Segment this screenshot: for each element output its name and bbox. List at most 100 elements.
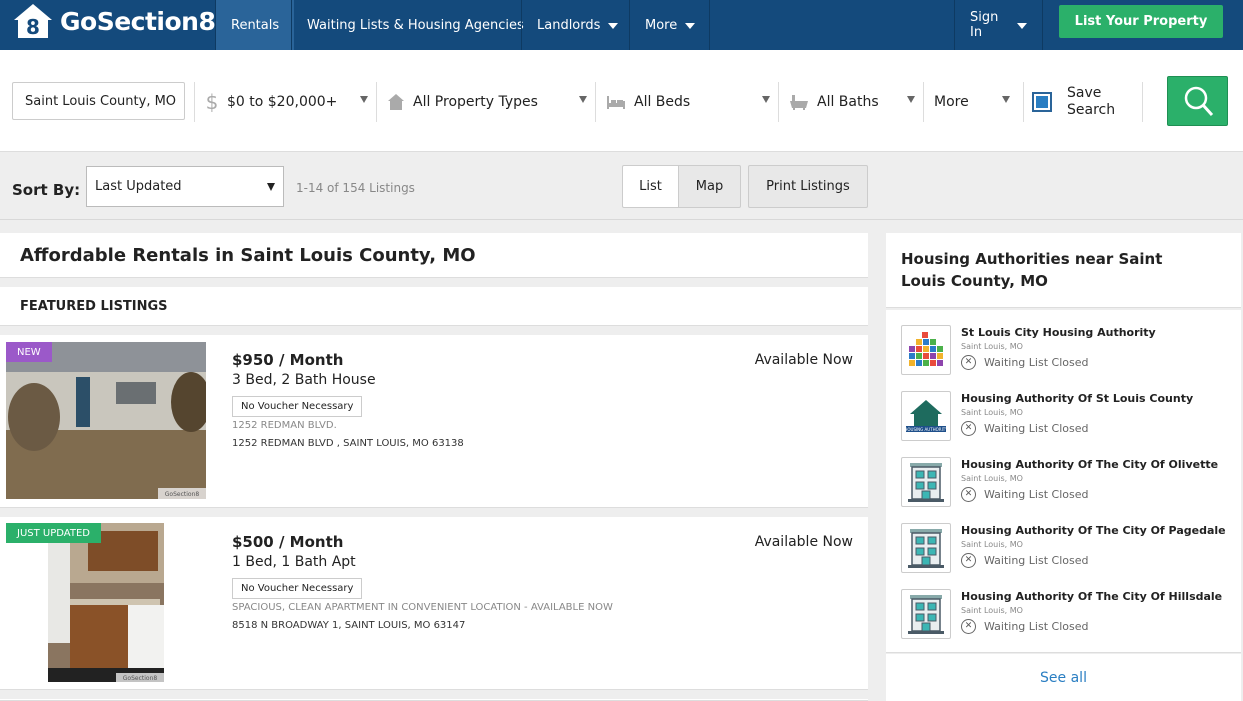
authority-status: ✕ Waiting List Closed [961,421,1088,436]
price-select-label: $0 to $20,000+ [227,94,338,110]
save-search-label: Save Search [1067,85,1116,118]
section-divider [0,219,1243,220]
authority-location: Saint Louis, MO [961,606,1023,615]
home-icon [388,94,404,110]
nav-waiting-lists[interactable]: Waiting Lists & Housing Agencies [291,0,539,50]
availability: Available Now [754,352,853,368]
listing-tag: JUST UPDATED [6,523,101,543]
building-icon [908,529,944,568]
authority-location: Saint Louis, MO [961,342,1023,351]
authority-item[interactable]: Housing Authority Of The City Of Olivett… [901,457,1231,507]
authority-item[interactable]: Housing Authority Of The City Of Hillsda… [901,589,1231,639]
authority-name[interactable]: St Louis City Housing Authority [961,326,1156,339]
dropdown-arrow-icon [762,96,770,103]
nav-rentals[interactable]: Rentals [215,0,295,50]
property-type-select[interactable]: All Property Types [376,82,595,122]
svg-text:GoSection8: GoSection8 [123,675,158,682]
listing-card[interactable]: GoSection8 NEW $950 / Month 3 Bed, 2 Bat… [0,335,868,508]
status-text: Waiting List Closed [984,356,1089,369]
authority-name[interactable]: Housing Authority Of The City Of Hillsda… [961,590,1222,603]
authority-item[interactable]: HOUSING AUTHORITY Housing Authority Of S… [901,391,1231,441]
more-filters-select[interactable]: More [923,82,1018,122]
listing-card[interactable]: GoSection8 JUST UPDATED $500 / Month 1 B… [0,517,868,690]
authority-item[interactable]: St Louis City Housing Authority Saint Lo… [901,325,1231,375]
sort-label: Sort By: [12,181,81,199]
baths-select[interactable]: All Baths [778,82,923,122]
authority-name[interactable]: Housing Authority Of The City Of Olivett… [961,458,1218,471]
authority-name[interactable]: Housing Authority Of St Louis County [961,392,1193,405]
sort-select[interactable]: Last Updated [86,166,284,207]
listing-type: 1 Bed, 1 Bath Apt [232,554,356,570]
listing-photo[interactable]: GoSection8 [6,342,206,499]
sidebar-header: Housing Authorities near Saint Louis Cou… [886,233,1241,308]
baths-select-label: All Baths [817,94,879,110]
featured-header: FEATURED LISTINGS [0,287,868,326]
property-type-label: All Property Types [413,94,538,110]
logo[interactable]: 8 GoSection8 [12,3,216,39]
list-view-button[interactable]: List [622,165,679,208]
close-circle-icon: ✕ [961,487,976,502]
close-circle-icon: ✕ [961,619,976,634]
dropdown-arrow-icon [579,96,587,103]
authority-status: ✕ Waiting List Closed [961,619,1088,634]
bed-icon [607,96,625,109]
authority-logo [901,523,951,573]
more-filters-label: More [934,94,969,110]
page-title: Affordable Rentals in Saint Louis County… [20,245,476,266]
beds-select-label: All Beds [634,94,691,110]
close-circle-icon: ✕ [961,355,976,370]
nav-more[interactable]: More [629,0,710,50]
house-photo: GoSection8 [6,342,206,499]
dropdown-arrow-icon [360,96,368,103]
dropdown-arrow-icon [907,96,915,103]
nav-sign-in[interactable]: Sign In [954,0,1043,50]
listing-price[interactable]: $950 / Month [232,351,343,369]
chevron-down-icon [1017,23,1027,29]
authority-location: Saint Louis, MO [961,408,1023,417]
listing-photo[interactable]: GoSection8 [48,523,164,682]
brand-name: GoSection8 [60,6,216,36]
filter-bar: Saint Louis County, MO $ $0 to $20,000+ … [0,50,1243,152]
colorful-grid-logo-icon [909,332,943,366]
location-input[interactable]: Saint Louis County, MO [12,82,185,120]
nav-landlords[interactable]: Landlords [521,0,633,50]
authority-status: ✕ Waiting List Closed [961,487,1088,502]
nav-landlords-label: Landlords [537,17,601,33]
price-select[interactable]: $ $0 to $20,000+ [194,82,376,122]
listing-address: 1252 REDMAN BLVD , SAINT LOUIS, MO 63138 [232,438,464,449]
print-listings-button[interactable]: Print Listings [748,165,868,208]
nav-rentals-label: Rentals [231,17,280,33]
status-text: Waiting List Closed [984,488,1089,501]
building-icon [908,463,944,502]
authority-name[interactable]: Housing Authority Of The City Of Pagedal… [961,524,1226,537]
listing-address: 8518 N BROADWAY 1, SAINT LOUIS, MO 63147 [232,620,466,631]
authority-logo [901,457,951,507]
sort-value: Last Updated [95,179,182,194]
authority-item[interactable]: Housing Authority Of The City Of Pagedal… [901,523,1231,573]
see-all-link[interactable]: See all [886,670,1241,686]
listing-count: 1-14 of 154 Listings [296,181,415,195]
chevron-down-icon [685,23,696,29]
authority-logo: HOUSING AUTHORITY [901,391,951,441]
close-circle-icon: ✕ [961,421,976,436]
building-icon [908,595,944,634]
search-button[interactable] [1167,76,1228,126]
close-circle-icon: ✕ [961,553,976,568]
kitchen-photo: GoSection8 [48,523,164,682]
save-search-checkbox[interactable] [1032,92,1052,112]
list-property-button[interactable]: List Your Property [1059,5,1223,38]
authority-status: ✕ Waiting List Closed [961,355,1088,370]
authority-status: ✕ Waiting List Closed [961,553,1088,568]
house-logo-icon: 8 [14,4,52,39]
nav-waiting-lists-label: Waiting Lists & Housing Agencies [307,17,524,33]
listing-description: SPACIOUS, CLEAN APARTMENT IN CONVENIENT … [232,602,613,613]
bathtub-icon [790,95,808,110]
listing-price[interactable]: $500 / Month [232,533,343,551]
status-text: Waiting List Closed [984,620,1089,633]
beds-select[interactable]: All Beds [595,82,778,122]
save-search[interactable]: Save Search [1023,82,1127,122]
house-logo-icon: HOUSING AUTHORITY [904,400,948,432]
dropdown-arrow-icon [1002,96,1010,103]
voucher-badge: No Voucher Necessary [232,396,363,417]
map-view-button[interactable]: Map [678,165,741,208]
